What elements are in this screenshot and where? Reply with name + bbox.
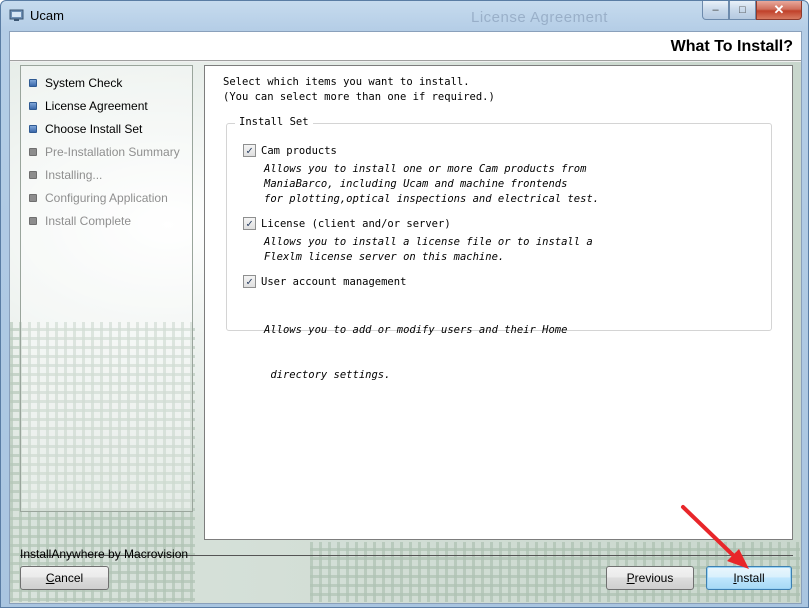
content-panel: Select which items you want to install. …	[204, 65, 793, 540]
user-account-option[interactable]: ✓ User account management	[243, 274, 567, 289]
description-line: for plotting,optical inspections and ele…	[264, 193, 600, 205]
step-choose-install-set: Choose Install Set	[29, 120, 142, 138]
window-title: Ucam	[30, 8, 64, 23]
close-button[interactable]: ✕	[756, 1, 802, 20]
maximize-icon: □	[739, 4, 746, 16]
step-label: Installing...	[45, 168, 103, 182]
license-option[interactable]: ✓ License (client and/or server)	[243, 216, 593, 231]
step-system-check: System Check	[29, 74, 122, 92]
checkbox-label[interactable]: Cam products	[261, 145, 337, 157]
step-license-agreement: License Agreement	[29, 97, 148, 115]
install-button[interactable]: Install	[706, 566, 792, 590]
close-icon: ✕	[773, 2, 785, 17]
minimize-button[interactable]: –	[702, 1, 729, 20]
description-line: Allows you to install a license file or …	[264, 236, 593, 248]
step-label: Install Complete	[45, 214, 132, 228]
description-line: directory settings.	[264, 369, 391, 381]
install-item-cam-products: ✓ Cam products Allows you to install one…	[243, 143, 599, 207]
cancel-mnemonic: C	[45, 571, 55, 585]
step-pending-icon	[29, 171, 37, 179]
cam-products-option[interactable]: ✓ Cam products	[243, 143, 599, 158]
cancel-label: ancel	[54, 571, 84, 585]
previous-mnemonic: P	[626, 571, 635, 585]
vendor-brand: InstallAnywhere by Macrovision	[20, 547, 189, 561]
install-item-license: ✓ License (client and/or server) Allows …	[243, 216, 593, 265]
cam-products-checkbox[interactable]: ✓	[243, 144, 256, 157]
previous-button[interactable]: Previous	[606, 566, 694, 590]
description-line: Allows you to install one or more Cam pr…	[264, 163, 587, 175]
step-current-icon	[29, 125, 37, 133]
description-line: ManiaBarco, including Ucam and machine f…	[264, 178, 568, 190]
background-window-title: License Agreement	[471, 9, 608, 26]
page-header: What To Install?	[10, 32, 801, 61]
item-description: Allows you to install a license file or …	[264, 235, 593, 265]
step-configuring-application: Configuring Application	[29, 189, 168, 207]
step-label: Pre-Installation Summary	[45, 145, 180, 159]
maximize-button[interactable]: □	[729, 1, 756, 20]
app-icon	[9, 9, 24, 21]
install-label: nstall	[736, 571, 765, 585]
minimize-icon: –	[712, 4, 719, 16]
instruction-line: Select which items you want to install.	[223, 76, 470, 88]
user-account-checkbox[interactable]: ✓	[243, 275, 256, 288]
step-done-icon	[29, 79, 37, 87]
installer-client-area: What To Install? System Check License Ag…	[9, 31, 802, 604]
step-label: Choose Install Set	[45, 122, 143, 136]
installer-window: Ucam License Agreement – □ ✕ What To Ins…	[0, 0, 809, 608]
description-line: Flexlm license server on this machine.	[264, 251, 505, 263]
instructions: Select which items you want to install. …	[223, 75, 495, 105]
previous-label: revious	[634, 571, 674, 585]
steps-panel: System Check License Agreement Choose In…	[20, 65, 193, 512]
check-icon: ✓	[246, 144, 253, 157]
group-title: Install Set	[235, 116, 313, 128]
step-pre-installation-summary: Pre-Installation Summary	[29, 143, 180, 161]
checkbox-label[interactable]: License (client and/or server)	[261, 218, 451, 230]
step-done-icon	[29, 102, 37, 110]
check-icon: ✓	[246, 275, 253, 288]
step-label: Configuring Application	[45, 191, 168, 205]
checkbox-label[interactable]: User account management	[261, 276, 406, 288]
license-checkbox[interactable]: ✓	[243, 217, 256, 230]
step-pending-icon	[29, 194, 37, 202]
step-label: License Agreement	[45, 99, 148, 113]
install-item-user-account-management: ✓ User account management Allows you to …	[243, 274, 567, 413]
page-title: What To Install?	[670, 38, 793, 55]
step-installing: Installing...	[29, 166, 102, 184]
step-install-complete: Install Complete	[29, 212, 131, 230]
title-bar[interactable]: Ucam License Agreement – □ ✕	[1, 1, 808, 31]
step-label: System Check	[45, 76, 123, 90]
instruction-note: (You can select more than one if require…	[223, 91, 495, 103]
step-pending-icon	[29, 148, 37, 156]
item-description: Allows you to add or modify users and th…	[264, 293, 567, 413]
cancel-button[interactable]: Cancel	[20, 566, 109, 590]
step-pending-icon	[29, 217, 37, 225]
install-set-group: Install Set ✓ Cam products Allows you to…	[226, 116, 772, 381]
description-line: Allows you to add or modify users and th…	[264, 324, 568, 336]
item-description: Allows you to install one or more Cam pr…	[264, 162, 599, 207]
check-icon: ✓	[246, 217, 253, 230]
window-controls: – □ ✕	[702, 1, 802, 21]
